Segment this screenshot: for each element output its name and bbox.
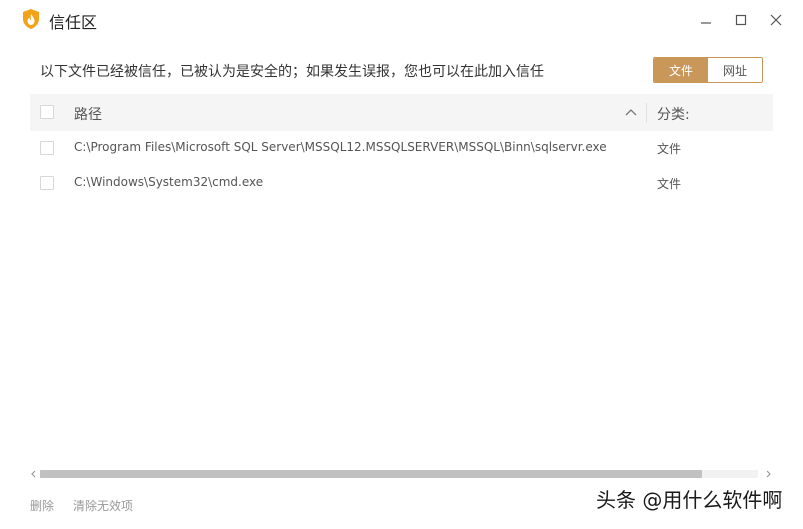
table-header: 路径 分类: <box>30 94 773 131</box>
row-path: C:\Windows\System32\cmd.exe <box>74 175 264 189</box>
description-text: 以下文件已经被信任，已被认为是安全的；如果发生误报，您也可以在此加入信任 <box>40 64 544 80</box>
type-switch: 文件 网址 <box>653 57 763 83</box>
tab-url[interactable]: 网址 <box>708 58 762 82</box>
window-title: 信任区 <box>49 13 98 32</box>
title-bar: 信任区 <box>0 0 803 40</box>
horizontal-scrollbar-thumb[interactable] <box>40 470 702 478</box>
select-all-checkbox[interactable] <box>40 105 54 119</box>
maximize-icon <box>735 14 747 26</box>
scroll-left-arrow[interactable] <box>29 467 39 481</box>
row-category: 文件 <box>657 142 682 156</box>
column-header-category[interactable]: 分类: <box>657 104 690 124</box>
table-row[interactable]: C:\Program Files\Microsoft SQL Server\MS… <box>30 131 773 166</box>
shield-flame-icon <box>21 8 41 30</box>
column-divider[interactable] <box>646 103 647 123</box>
scroll-right-arrow[interactable] <box>763 467 773 481</box>
tab-file[interactable]: 文件 <box>654 58 708 82</box>
minimize-icon <box>701 22 711 24</box>
watermark: 头条 @用什么软件啊 <box>596 488 783 512</box>
column-header-path[interactable]: 路径 <box>74 104 102 124</box>
clear-invalid-button[interactable]: 清除无效项 <box>73 497 133 514</box>
row-checkbox[interactable] <box>40 176 54 190</box>
close-button[interactable] <box>764 8 788 32</box>
close-icon <box>770 14 782 26</box>
table-row[interactable]: C:\Windows\System32\cmd.exe 文件 <box>30 166 773 201</box>
chevron-up-icon[interactable] <box>624 105 638 119</box>
row-category: 文件 <box>657 177 682 191</box>
minimize-button[interactable] <box>694 8 718 32</box>
delete-button[interactable]: 删除 <box>30 497 54 514</box>
maximize-button[interactable] <box>729 8 753 32</box>
row-checkbox[interactable] <box>40 141 54 155</box>
row-path: C:\Program Files\Microsoft SQL Server\MS… <box>74 140 607 154</box>
